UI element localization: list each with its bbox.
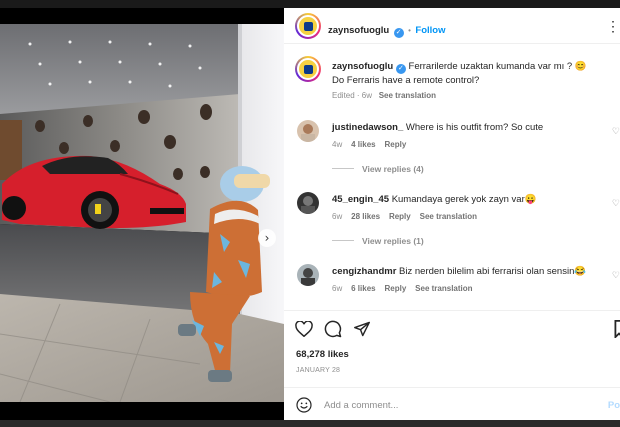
comment-time: 4w xyxy=(332,140,343,149)
comment-username[interactable]: cengizhandmr xyxy=(332,266,396,277)
post-header: zaynsofuoglu ✓ • Follow ⋮ xyxy=(284,8,620,44)
caption-line-2: Do Ferraris have a remote control? xyxy=(332,75,480,86)
like-comment-icon[interactable]: ♡ xyxy=(612,126,620,137)
likes-count[interactable]: 68,278 likes xyxy=(296,349,349,360)
comment-text: Biz nerden bilelim abi ferrarisi olan se… xyxy=(399,266,587,277)
caption-line-1: Ferrarilerde uzaktan kumanda var mı ? 😊 xyxy=(408,61,587,72)
comment-time: 6w xyxy=(332,212,343,221)
caption-avatar[interactable] xyxy=(295,56,321,82)
comment-item: justinedawson_ Where is his outfit from?… xyxy=(332,121,602,149)
comment-text: Where is his outfit from? So cute xyxy=(405,122,544,133)
post-panel: zaynsofuoglu ✓ • Follow ⋮ zaynsofuoglu ✓… xyxy=(284,8,620,420)
comment-item: 45_engin_45 Kumandaya gerek yok zayn var… xyxy=(332,193,602,221)
comment-likes[interactable]: 4 likes xyxy=(351,140,375,149)
comment-item: cengizhandmr Biz nerden bilelim abi ferr… xyxy=(332,265,602,293)
view-replies-button[interactable]: View replies (4) xyxy=(332,164,424,174)
like-comment-icon[interactable]: ♡ xyxy=(612,270,620,281)
post-date: JANUARY 28 xyxy=(296,367,341,374)
verified-icon: ✓ xyxy=(393,28,404,38)
comment-reply-button[interactable]: Reply xyxy=(384,284,406,293)
share-icon[interactable] xyxy=(353,321,371,337)
comment-username[interactable]: 45_engin_45 xyxy=(332,194,389,205)
author-avatar[interactable] xyxy=(295,13,321,39)
comment-reply-button[interactable]: Reply xyxy=(384,140,406,149)
bottom-strip xyxy=(0,420,620,427)
comment-username[interactable]: justinedawson_ xyxy=(332,122,403,133)
like-heart-icon[interactable] xyxy=(295,321,313,337)
comment-avatar[interactable] xyxy=(297,192,319,214)
comment-avatar[interactable] xyxy=(297,264,319,286)
caption-meta: Edited · 6w xyxy=(332,91,373,100)
author-username[interactable]: zaynsofuoglu xyxy=(328,25,389,36)
comment-bubble-icon[interactable] xyxy=(324,320,342,338)
comment-text: Kumandaya gerek yok zayn var😛 xyxy=(391,194,537,205)
caption-verified-icon: ✓ xyxy=(395,64,406,74)
photo-bottom-bar xyxy=(0,402,284,420)
post-image: › xyxy=(0,24,284,402)
top-strip xyxy=(0,0,620,8)
view-replies-button[interactable]: View replies (1) xyxy=(332,236,424,246)
add-comment-bar: Add a comment... Po xyxy=(284,387,620,421)
comment-time: 6w xyxy=(332,284,343,293)
action-bar: 68,278 likes JANUARY 28 Add a comment...… xyxy=(284,310,620,420)
add-comment-input[interactable]: Add a comment... xyxy=(324,400,398,411)
caption: zaynsofuoglu ✓ Ferrarilerde uzaktan kuma… xyxy=(332,60,612,100)
comment-avatar[interactable] xyxy=(297,120,319,142)
separator-dot: • xyxy=(408,26,411,35)
comment-see-translation[interactable]: See translation xyxy=(420,212,477,221)
like-comment-icon[interactable]: ♡ xyxy=(612,198,620,209)
comment-likes[interactable]: 28 likes xyxy=(351,212,380,221)
caption-username[interactable]: zaynsofuoglu xyxy=(332,61,393,72)
more-options-icon[interactable]: ⋮ xyxy=(606,18,620,35)
next-image-button[interactable]: › xyxy=(258,229,276,247)
follow-button[interactable]: Follow xyxy=(415,25,445,36)
post-comment-button[interactable]: Po xyxy=(608,400,620,411)
post-photo xyxy=(0,24,284,402)
bookmark-icon[interactable] xyxy=(614,320,620,338)
emoji-icon[interactable] xyxy=(296,397,312,413)
comment-see-translation[interactable]: See translation xyxy=(415,284,472,293)
caption-see-translation[interactable]: See translation xyxy=(379,91,436,100)
comment-reply-button[interactable]: Reply xyxy=(389,212,411,221)
comment-likes[interactable]: 6 likes xyxy=(351,284,375,293)
